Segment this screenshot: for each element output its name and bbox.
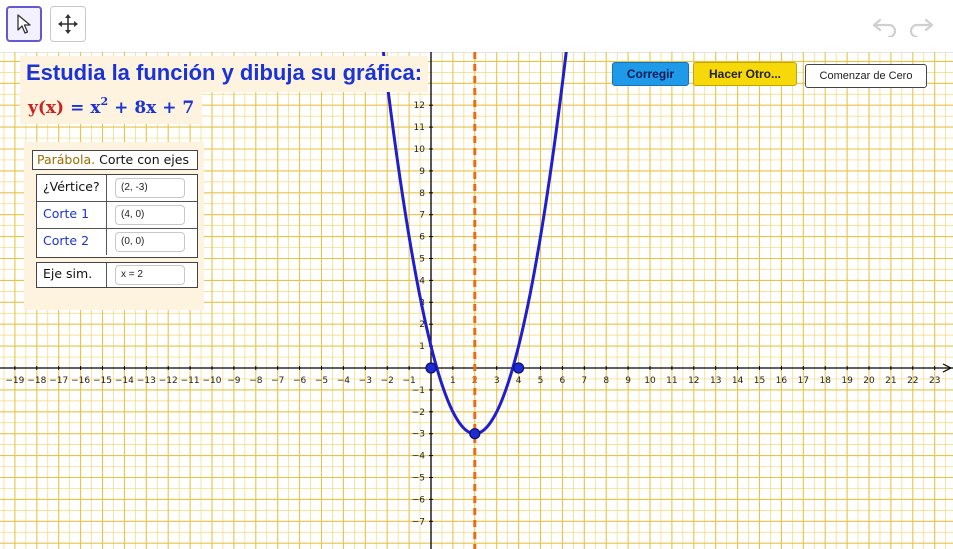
x-tick-label: −2: [381, 376, 394, 386]
formula-equals: =: [70, 98, 85, 118]
panel-heading-parabola: Parábola.: [37, 152, 96, 167]
table-row-corte2: Corte 2 (0, 0): [37, 229, 197, 255]
x-tick-label: −7: [271, 376, 284, 386]
undo-redo-group: [871, 12, 935, 40]
x-tick-label: 14: [732, 376, 744, 386]
x-tick-label: 3: [494, 376, 500, 386]
undo-icon: [872, 18, 897, 37]
x-tick-label: 1: [450, 376, 456, 386]
y-tick-label: −7: [412, 517, 425, 527]
y-tick-label: −1: [412, 386, 425, 396]
corte2-label: Corte 2: [37, 229, 107, 255]
x-tick-label: −5: [315, 376, 328, 386]
x-tick-label: −3: [359, 376, 372, 386]
y-tick-label: 7: [419, 211, 425, 221]
move-tool-button[interactable]: [6, 6, 42, 42]
y-tick-label: −5: [412, 474, 425, 484]
x-tick-label: −1: [402, 376, 415, 386]
axis-table: Eje sim. x = 2: [36, 262, 198, 288]
formula-rest: + 8x + 7: [114, 98, 195, 118]
corte2-input[interactable]: (0, 0): [115, 232, 185, 252]
comenzar-de-cero-button[interactable]: Comenzar de Cero: [805, 64, 927, 88]
x-tick-label: 16: [776, 376, 788, 386]
graph-point[interactable]: [425, 362, 437, 374]
y-tick-label: 11: [414, 123, 425, 133]
x-tick-label: 9: [625, 376, 631, 386]
formula-term1: x: [90, 98, 101, 118]
y-tick-label: 1: [419, 342, 425, 352]
x-tick-label: 7: [581, 376, 587, 386]
formula-exponent: 2: [100, 95, 109, 108]
x-tick-label: 13: [710, 376, 721, 386]
corte1-label: Corte 1: [37, 202, 107, 228]
hacer-otro-button[interactable]: Hacer Otro...: [693, 62, 797, 86]
vertex-input[interactable]: (2, -3): [115, 178, 185, 198]
y-tick-label: −6: [412, 495, 426, 505]
y-tick-label: 12: [414, 101, 425, 111]
y-tick-label: 9: [419, 167, 425, 177]
x-tick-label: 8: [603, 376, 609, 386]
y-tick-label: 4: [419, 276, 425, 286]
corte1-input[interactable]: (4, 0): [115, 205, 185, 225]
corregir-button[interactable]: Corregir: [612, 62, 689, 86]
x-tick-label: −8: [249, 376, 263, 386]
table-row-vertex: ¿Vértice? (2, -3): [37, 175, 197, 202]
toolbar: [0, 0, 953, 53]
x-tick-label: 20: [863, 376, 875, 386]
x-tick-label: 15: [754, 376, 765, 386]
x-tick-label: −4: [337, 376, 351, 386]
panel-heading-cortes: Corte con ejes: [99, 152, 189, 167]
parabola-panel: Parábola. Corte con ejes ¿Vértice? (2, -…: [24, 142, 204, 310]
x-tick-label: −16: [71, 376, 90, 386]
redo-icon: [909, 18, 934, 37]
x-tick-label: 23: [929, 376, 940, 386]
x-tick-label: −10: [203, 376, 222, 386]
x-tick-label: 12: [688, 376, 699, 386]
arrow-cursor-icon: [17, 14, 31, 34]
function-formula: y(x) = x 2 + 8x + 7: [20, 92, 203, 124]
redo-button[interactable]: [907, 12, 935, 40]
answers-table: ¿Vértice? (2, -3) Corte 1 (4, 0) Corte 2…: [36, 174, 198, 258]
x-tick-label: 5: [538, 376, 544, 386]
x-tick-label: 11: [666, 376, 677, 386]
x-tick-label: −19: [5, 376, 24, 386]
x-tick-label: 21: [885, 376, 896, 386]
x-tick-label: 10: [644, 376, 656, 386]
formula-label: y(x): [28, 98, 65, 118]
x-tick-label: 4: [516, 376, 522, 386]
x-tick-label: −15: [93, 376, 112, 386]
x-tick-label: 17: [798, 376, 809, 386]
panel-heading: Parábola. Corte con ejes: [32, 150, 198, 170]
graph-point[interactable]: [512, 362, 525, 374]
vertex-label: ¿Vértice?: [37, 175, 107, 201]
x-tick-label: −6: [293, 376, 307, 386]
x-tick-label: −9: [227, 376, 241, 386]
x-tick-label: −17: [49, 376, 68, 386]
x-tick-label: −13: [137, 376, 156, 386]
x-tick-label: −12: [159, 376, 178, 386]
x-tick-label: 22: [907, 376, 918, 386]
x-tick-label: 6: [560, 376, 566, 386]
y-tick-label: −2: [412, 408, 425, 418]
table-row-corte1: Corte 1 (4, 0): [37, 202, 197, 229]
x-tick-label: −11: [181, 376, 200, 386]
x-tick-label: 19: [841, 376, 853, 386]
y-tick-label: 10: [414, 145, 426, 155]
graph-point[interactable]: [469, 428, 481, 440]
page-title: Estudia la función y dibuja su gráfica:: [20, 56, 429, 92]
undo-button[interactable]: [871, 12, 899, 40]
y-tick-label: 5: [419, 255, 425, 265]
y-tick-label: 6: [419, 233, 425, 243]
axis-input[interactable]: x = 2: [115, 265, 185, 285]
axis-label: Eje sim.: [37, 263, 107, 287]
y-tick-label: −3: [412, 430, 425, 440]
y-tick-label: −4: [412, 452, 426, 462]
x-tick-label: −14: [115, 376, 134, 386]
x-tick-label: −18: [27, 376, 46, 386]
four-arrows-icon: [58, 14, 78, 34]
x-tick-label: 18: [819, 376, 831, 386]
move-graphics-view-button[interactable]: [50, 6, 86, 42]
y-tick-label: 8: [419, 189, 425, 199]
